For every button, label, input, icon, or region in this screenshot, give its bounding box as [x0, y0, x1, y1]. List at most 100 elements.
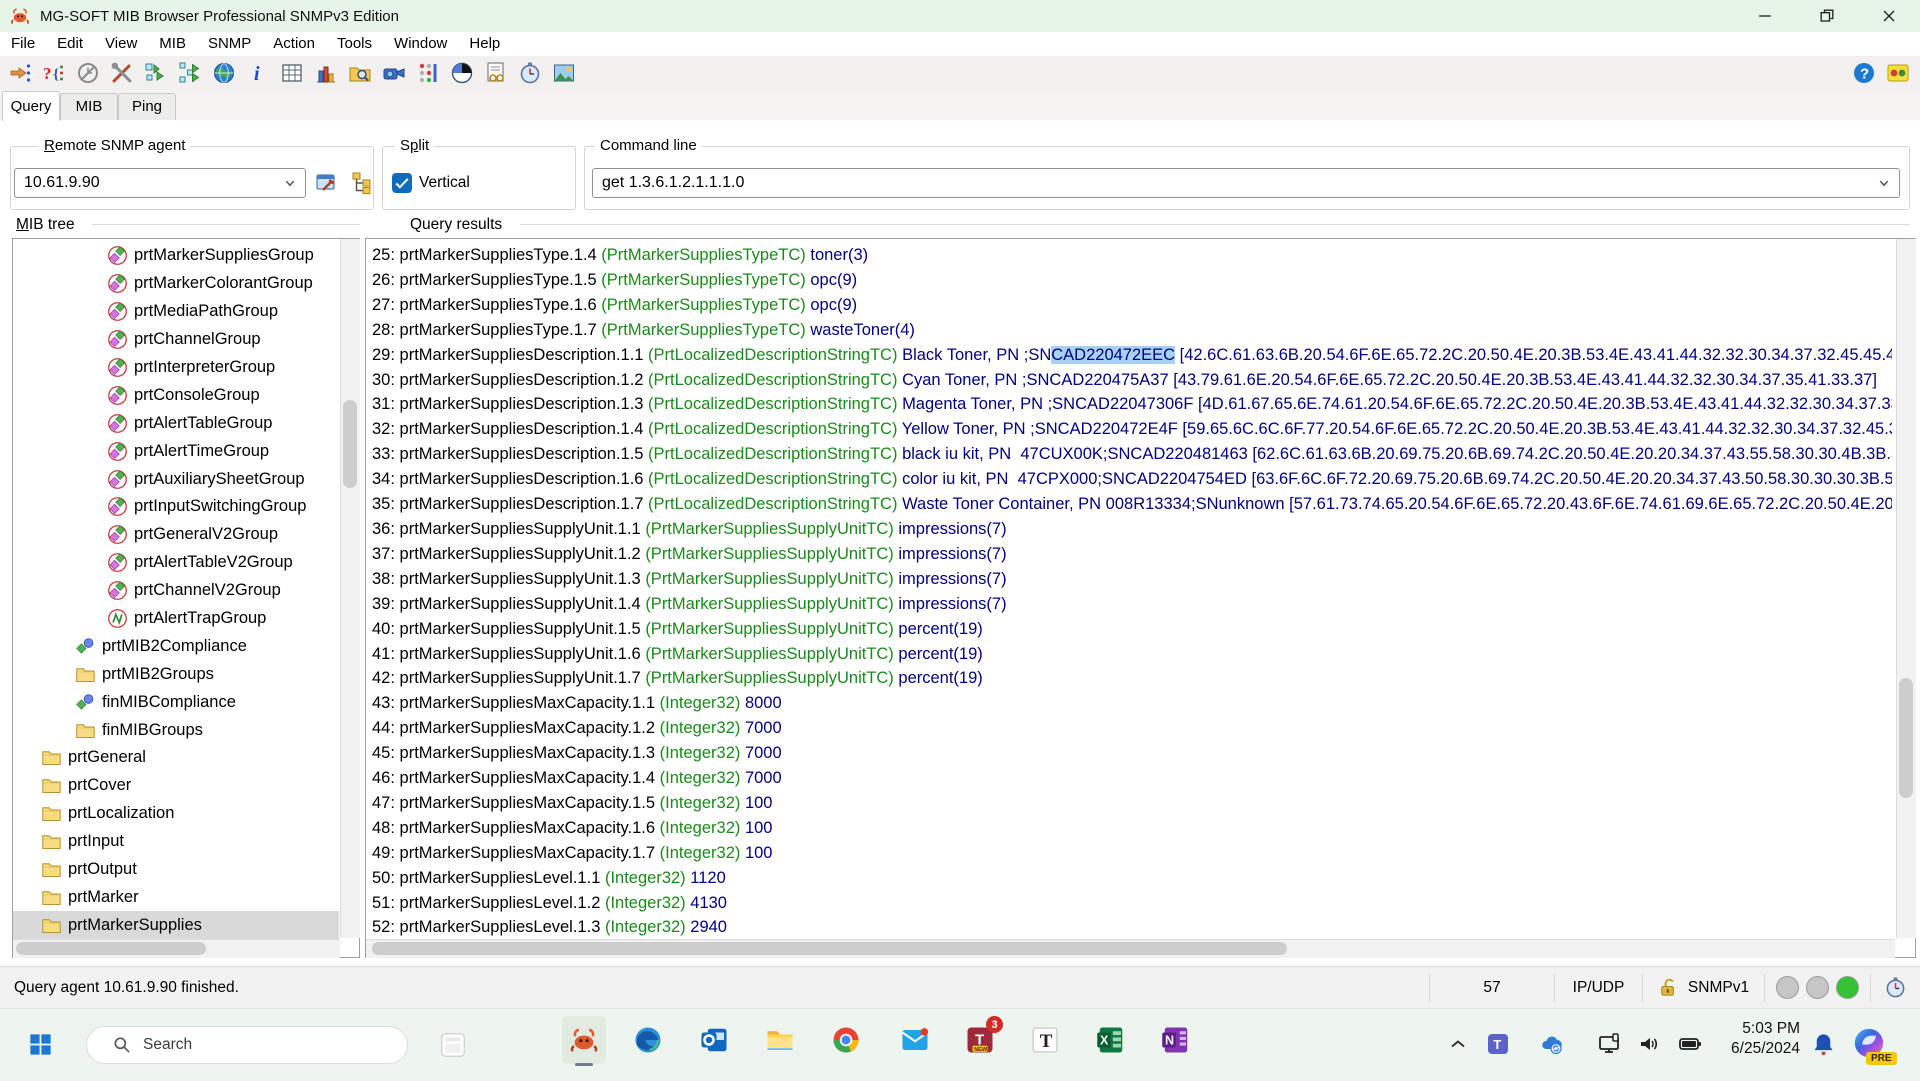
result-line-48[interactable]: 48: prtMarkerSuppliesMaxCapacity.1.6 (In… — [372, 816, 1892, 841]
tree-item-prtInterpreterGroup[interactable]: prtInterpreterGroup — [13, 354, 339, 382]
tree-item-prtMarkerColorantGroup[interactable]: prtMarkerColorantGroup — [13, 270, 339, 298]
toolbar-connect-agent-button[interactable] — [5, 59, 34, 87]
taskbar-app-t-app[interactable]: T — [1023, 1016, 1067, 1064]
toolbar-tools-button[interactable] — [107, 59, 136, 87]
tree-item-prtChannelGroup[interactable]: prtChannelGroup — [13, 326, 339, 354]
result-line-44[interactable]: 44: prtMarkerSuppliesMaxCapacity.1.2 (In… — [372, 716, 1892, 741]
menu-edit[interactable]: Edit — [46, 32, 94, 56]
tree-item-prtInput[interactable]: prtInput — [13, 828, 339, 856]
toolbar-mgsoft-logo-button[interactable] — [1883, 59, 1912, 87]
toolbar-table-view-button[interactable] — [277, 59, 306, 87]
chevron-down-icon[interactable] — [279, 172, 301, 194]
chevron-down-icon[interactable] — [1873, 172, 1895, 194]
menu-snmp[interactable]: SNMP — [197, 32, 262, 56]
tree-item-prtChannelV2Group[interactable]: prtChannelV2Group — [13, 577, 339, 605]
taskbar-app-outlook-new[interactable] — [893, 1016, 937, 1064]
toolbar-mib-viewer-button[interactable] — [481, 59, 510, 87]
menu-action[interactable]: Action — [262, 32, 326, 56]
start-button[interactable] — [20, 1024, 60, 1064]
result-line-31[interactable]: 31: prtMarkerSuppliesDescription.1.3 (Pr… — [372, 392, 1892, 417]
tree-item-prtOutput[interactable]: prtOutput — [13, 856, 339, 884]
tree-item-prtInputSwitchingGroup[interactable]: prtInputSwitchingGroup — [13, 493, 339, 521]
mib-tree-vertical-scrollbar-thumb[interactable] — [343, 400, 357, 488]
tree-item-finMIBCompliance[interactable]: finMIBCompliance — [13, 688, 339, 716]
mib-tree-horizontal-scrollbar[interactable] — [13, 939, 340, 958]
result-line-32[interactable]: 32: prtMarkerSuppliesDescription.1.4 (Pr… — [372, 417, 1892, 442]
toolbar-pie-chart-button[interactable] — [447, 59, 476, 87]
notification-bell-icon[interactable] — [1810, 1031, 1837, 1058]
result-line-26[interactable]: 26: prtMarkerSuppliesType.1.5 (PrtMarker… — [372, 268, 1892, 293]
result-line-38[interactable]: 38: prtMarkerSuppliesSupplyUnit.1.3 (Prt… — [372, 567, 1892, 592]
toolbar-help-button[interactable]: ? — [1849, 59, 1878, 87]
taskbar-app-outlook[interactable] — [692, 1016, 736, 1064]
menu-help[interactable]: Help — [458, 32, 511, 56]
tree-item-prtGeneral[interactable]: prtGeneral — [13, 744, 339, 772]
taskbar-search[interactable]: Search — [86, 1026, 408, 1064]
onedrive-icon[interactable] — [1540, 1032, 1564, 1056]
tab-query[interactable]: Query — [2, 91, 60, 121]
result-line-43[interactable]: 43: prtMarkerSuppliesMaxCapacity.1.1 (In… — [372, 691, 1892, 716]
open-query-window-button[interactable] — [312, 169, 340, 197]
tree-item-prtAlertTimeGroup[interactable]: prtAlertTimeGroup — [13, 437, 339, 465]
result-line-36[interactable]: 36: prtMarkerSuppliesSupplyUnit.1.1 (Prt… — [372, 517, 1892, 542]
results-vertical-scrollbar-thumb[interactable] — [1899, 678, 1913, 798]
result-line-40[interactable]: 40: prtMarkerSuppliesSupplyUnit.1.5 (Prt… — [372, 617, 1892, 642]
minimize-button[interactable] — [1734, 0, 1796, 32]
teams-icon[interactable]: T — [1486, 1032, 1510, 1056]
results-horizontal-scrollbar-thumb[interactable] — [372, 942, 1287, 955]
taskbar-app-chrome[interactable] — [824, 1016, 868, 1064]
toolbar-scalars-button[interactable] — [413, 59, 442, 87]
open-mib-tree-window-button[interactable] — [348, 169, 376, 197]
tree-item-prtGeneralV2Group[interactable]: prtGeneralV2Group — [13, 521, 339, 549]
taskbar-clock[interactable]: 5:03 PM 6/25/2024 — [1700, 1019, 1800, 1059]
title-bar[interactable]: MG-SOFT MIB Browser Professional SNMPv3 … — [0, 0, 1920, 32]
toolbar-graph-button[interactable] — [311, 59, 340, 87]
tree-item-finMIBGroups[interactable]: finMIBGroups — [13, 716, 339, 744]
display-icon[interactable] — [1597, 1032, 1621, 1056]
taskbar-app-excel[interactable]: X — [1089, 1016, 1133, 1064]
toolbar-capture-button[interactable] — [549, 59, 578, 87]
chevron-up-icon[interactable] — [1446, 1032, 1470, 1056]
tab-mib[interactable]: MIB — [60, 93, 118, 120]
tree-item-prtMIB2Groups[interactable]: prtMIB2Groups — [13, 660, 339, 688]
tree-item-prtMarkerSupplies[interactable]: prtMarkerSupplies — [13, 911, 339, 939]
result-line-27[interactable]: 27: prtMarkerSuppliesType.1.6 (PrtMarker… — [372, 293, 1892, 318]
tree-item-prtMediaPathGroup[interactable]: prtMediaPathGroup — [13, 298, 339, 326]
pinned-white-app-icon[interactable] — [438, 1030, 468, 1060]
tree-item-prtLocalization[interactable]: prtLocalization — [13, 800, 339, 828]
vertical-checkbox[interactable] — [392, 173, 412, 193]
tree-item-prtAuxiliarySheetGroup[interactable]: prtAuxiliarySheetGroup — [13, 465, 339, 493]
toolbar-walk-tree-button[interactable] — [175, 59, 204, 87]
menu-file[interactable]: File — [0, 32, 46, 56]
result-line-37[interactable]: 37: prtMarkerSuppliesSupplyUnit.1.2 (Prt… — [372, 542, 1892, 567]
snmp-agent-combobox[interactable]: 10.61.9.90 — [14, 168, 306, 198]
menu-view[interactable]: View — [94, 32, 148, 56]
tab-ping[interactable]: Ping — [118, 93, 176, 120]
result-line-50[interactable]: 50: prtMarkerSuppliesLevel.1.1 (Integer3… — [372, 866, 1892, 891]
command-line-input[interactable]: get 1.3.6.1.2.1.1.1.0 — [592, 168, 1900, 198]
mib-tree-vertical-scrollbar[interactable] — [340, 239, 360, 938]
result-line-45[interactable]: 45: prtMarkerSuppliesMaxCapacity.1.3 (In… — [372, 741, 1892, 766]
tree-item-prtAlertTableGroup[interactable]: prtAlertTableGroup — [13, 409, 339, 437]
result-line-33[interactable]: 33: prtMarkerSuppliesDescription.1.5 (Pr… — [372, 442, 1892, 467]
results-horizontal-scrollbar[interactable] — [366, 939, 1895, 958]
menu-mib[interactable]: MIB — [148, 32, 197, 56]
result-line-51[interactable]: 51: prtMarkerSuppliesLevel.1.2 (Integer3… — [372, 891, 1892, 916]
result-line-29[interactable]: 29: prtMarkerSuppliesDescription.1.1 (Pr… — [372, 343, 1892, 368]
restore-button[interactable] — [1796, 0, 1858, 32]
tree-item-prtMarkerSuppliesGroup[interactable]: prtMarkerSuppliesGroup — [13, 242, 339, 270]
toolbar-info-button[interactable]: i — [243, 59, 272, 87]
result-line-39[interactable]: 39: prtMarkerSuppliesSupplyUnit.1.4 (Prt… — [372, 592, 1892, 617]
taskbar-app-onenote[interactable]: N — [1154, 1016, 1198, 1064]
result-line-52[interactable]: 52: prtMarkerSuppliesLevel.1.3 (Integer3… — [372, 915, 1892, 939]
toolbar-stopwatch-button[interactable] — [515, 59, 544, 87]
toolbar-pause-button[interactable] — [73, 59, 102, 87]
menu-tools[interactable]: Tools — [326, 32, 383, 56]
tree-item-prtAlertTableV2Group[interactable]: prtAlertTableV2Group — [13, 549, 339, 577]
taskbar-app-file-explorer[interactable] — [758, 1016, 802, 1064]
result-line-28[interactable]: 28: prtMarkerSuppliesType.1.7 (PrtMarker… — [372, 318, 1892, 343]
tree-item-prtCover[interactable]: prtCover — [13, 772, 339, 800]
mib-tree-horizontal-scrollbar-thumb[interactable] — [16, 942, 206, 955]
result-line-25[interactable]: 25: prtMarkerSuppliesType.1.4 (PrtMarker… — [372, 243, 1892, 268]
tree-item-prtAlertTrapGroup[interactable]: prtAlertTrapGroup — [13, 605, 339, 633]
